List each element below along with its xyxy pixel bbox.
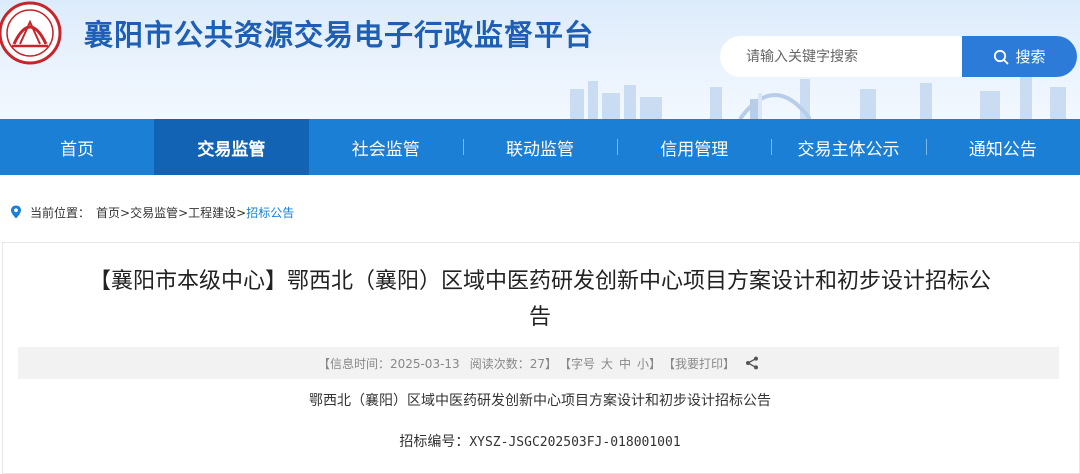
breadcrumb-engineering[interactable]: 工程建设> (188, 204, 246, 221)
nav-label: 社会监管 (351, 139, 420, 160)
nav-item-entity-disclosure[interactable]: 交易主体公示 (771, 119, 925, 175)
site-title: 襄阳市公共资源交易电子行政监督平台 (84, 18, 595, 52)
font-size-large[interactable]: 大 (601, 355, 613, 372)
article-tender-code: 招标编号：XYSZ-JSGC202503FJ-018001001 (0, 431, 1080, 451)
info-views: 阅读次数：27】 (469, 356, 557, 371)
government-seal-logo (0, 1, 62, 65)
article-title: 【襄阳市本级中心】鄂西北（襄阳）区域中医药研发创新中心项目方案设计和初步设计招标… (18, 264, 1062, 336)
nav-label: 交易主体公示 (797, 139, 900, 160)
article-body-title: 鄂西北（襄阳）区域中医药研发创新中心项目方案设计和初步设计招标公告 (309, 393, 771, 409)
search-input[interactable] (746, 36, 956, 77)
article-title-line2: 告 (528, 305, 551, 330)
tender-code-value: XYSZ-JSGC202503FJ-018001001 (469, 435, 681, 450)
article-title-line1: 【襄阳市本级中心】鄂西北（襄阳）区域中医药研发创新中心项目方案设计和初步设计招标… (88, 269, 991, 294)
main-nav: 首页 交易监管 社会监管 联动监管 信用管理 交易主体公示 通知公告 (0, 119, 1080, 175)
nav-label: 首页 (60, 139, 95, 160)
search-button[interactable]: 搜索 (962, 36, 1077, 77)
search-box (720, 36, 962, 77)
search-button-label: 搜索 (1015, 48, 1046, 66)
search-icon (994, 49, 1009, 64)
breadcrumb: 当前位置： 首页> 交易监管> 工程建设> 招标公告 (10, 202, 294, 222)
nav-label: 联动监管 (505, 139, 574, 160)
font-size-medium[interactable]: 中 (619, 355, 631, 372)
nav-item-trade-supervision[interactable]: 交易监管 (154, 119, 309, 175)
nav-item-joint-supervision[interactable]: 联动监管 (462, 119, 617, 175)
breadcrumb-trade-supervision[interactable]: 交易监管> (130, 204, 188, 221)
article-info-bar: 【信息时间：2025-03-13 阅读次数：27】 【字号 大 中 小】 【我要… (18, 347, 1059, 379)
nav-item-social-supervision[interactable]: 社会监管 (309, 119, 463, 175)
print-link[interactable]: 【我要打印】 (663, 355, 735, 372)
location-pin-icon (11, 205, 21, 219)
info-time: 【信息时间：2025-03-13 (317, 356, 460, 371)
nav-label: 信用管理 (660, 139, 729, 160)
nav-item-credit-management[interactable]: 信用管理 (617, 119, 771, 175)
nav-item-notices[interactable]: 通知公告 (925, 119, 1080, 175)
tender-code-label: 招标编号： (399, 434, 470, 450)
site-header: 襄阳市公共资源交易电子行政监督平台 搜索 (0, 0, 1080, 119)
share-icon[interactable] (745, 356, 759, 370)
breadcrumb-home[interactable]: 首页> (96, 204, 130, 221)
breadcrumb-tender-notice[interactable]: 招标公告 (246, 204, 294, 221)
font-size-small[interactable]: 小】 (637, 355, 661, 372)
breadcrumb-prefix: 当前位置： (30, 205, 91, 220)
nav-item-home[interactable]: 首页 (0, 119, 154, 175)
nav-label: 交易监管 (197, 139, 266, 160)
nav-label: 通知公告 (968, 139, 1037, 160)
info-font-size-label: 【字号 (558, 356, 595, 371)
